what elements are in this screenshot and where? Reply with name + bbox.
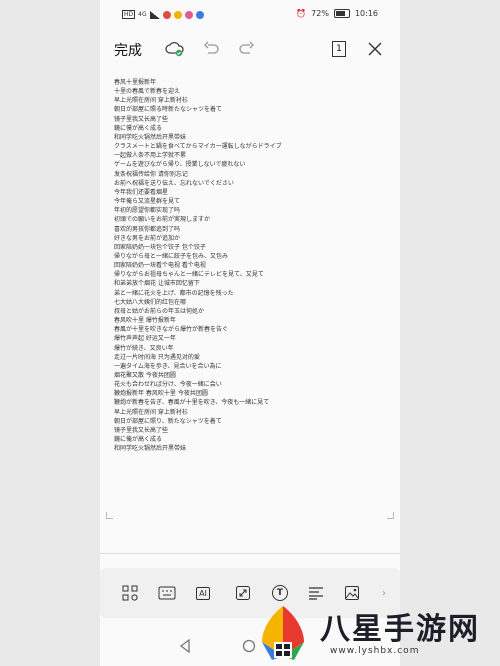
document-line: 花火も合わせれば分け、今夜一緒に会い — [114, 381, 222, 389]
document-line: 春風が十里を吹きながら爆竹が新春を告ぐ — [114, 326, 229, 334]
document-line: 早上光照在房间 穿上新衬衫 — [114, 408, 188, 416]
watermark-title: 八星手游网 — [320, 612, 480, 647]
ai-icon[interactable]: AI — [193, 583, 213, 603]
document-line: 今年我们还要看烟星 — [114, 188, 169, 196]
document-line: 鏡に僕が高く成る — [114, 124, 163, 132]
app-notification-icon — [162, 10, 171, 19]
alarm-icon: ⏰ — [296, 9, 307, 18]
close-icon[interactable] — [364, 38, 386, 60]
done-button[interactable]: 完成 — [114, 40, 142, 60]
document-line: 年初的愿望你都实现了吗 — [114, 207, 181, 215]
document-line: 春风十里报新年 — [114, 79, 157, 86]
document-line: 走过一片时间海 只为遇见对的爱 — [114, 353, 200, 361]
battery-percent: 72% — [311, 9, 329, 18]
document-line: 初頭での願いをお前が実現しますか — [114, 216, 211, 224]
document-line: 和同学吃火锅然后开黑带妹 — [114, 133, 187, 141]
page-count: 1 — [332, 41, 346, 57]
document-line: 七大姑八大姨们的红包在哪 — [114, 298, 187, 306]
document-line: 喜欢的男孩你都追到了吗 — [114, 225, 181, 233]
document-line: 叔母と姑がお前らの年玉は何処か — [114, 307, 205, 315]
text-style-label: T — [272, 585, 288, 601]
app-notification-icon-4 — [195, 10, 204, 19]
watermark-url: www.lyshbx.com — [330, 646, 420, 656]
back-nav-icon[interactable] — [178, 638, 192, 657]
redo-icon[interactable] — [236, 38, 258, 60]
apps-grid-icon[interactable] — [120, 583, 140, 603]
document-line: 发条祝福传给你 请你别忘记 — [114, 170, 188, 178]
document-line: 今年俺ら又流星群を見て — [114, 198, 181, 206]
document-line: 鏡に俺が高く成る — [114, 436, 163, 444]
document-line: 朝日が部屋に照り、新たなシャツを着て — [114, 417, 222, 425]
signal-icon — [149, 10, 160, 19]
document-line: 一起做人条不用上学就不累 — [114, 152, 187, 160]
document-line: 鞭炮が新春を告ぎ、春風が十里を吹き、今夜も一緒に見て — [114, 399, 270, 407]
clock: 10:16 — [354, 9, 378, 18]
page-count-button[interactable]: 1 — [328, 38, 350, 60]
document-line: 帰りながらお祖母ちゃんと一緒にテレビを見て、又見て — [114, 271, 264, 279]
document-page[interactable]: 春风十里报新年 十里の春風で新春を迎え 早上光照在房间 穿上新衬衫 朝日が部屋に照る時… — [100, 70, 400, 519]
document-line: 爆竹が続き、又良い年 — [114, 344, 174, 352]
app-notification-icon-2 — [173, 10, 182, 19]
document-line: 早上光照在房间 穿上新衬衫 — [114, 97, 188, 105]
battery-icon — [333, 9, 350, 18]
document-line: 烟花聚又散 今夜共团圆 — [114, 372, 176, 379]
watermark-logo — [262, 606, 304, 660]
ai-label: AI — [196, 586, 210, 600]
document-line: 朝日が部屋に照る時新たなシャツを着て — [114, 106, 223, 114]
document-line: 回家陪奶奶一块看个电视 看个电视 — [114, 262, 206, 270]
phone-screen: HD 4G ⏰ 72% 10:16 完成 1 春风十里报新年 十里の春風で新春を… — [100, 0, 400, 666]
divider — [100, 553, 400, 554]
carrier-label: HD — [122, 10, 136, 19]
app-notification-icon-3 — [184, 10, 193, 19]
document-line: 春风吹十里 爆竹报新年 — [114, 317, 176, 325]
document-line: お前へ祝福を送り伝え、忘れないでください — [114, 179, 234, 187]
network-label: 4G — [138, 11, 147, 18]
undo-icon[interactable] — [200, 38, 222, 60]
document-line: 镜子里我又长高了些 — [114, 115, 169, 123]
page-corner-marker — [106, 512, 113, 519]
watermark: 八星手游网 www.lyshbx.com — [248, 600, 500, 666]
cloud-sync-icon[interactable] — [164, 38, 186, 60]
document-line: 好きな男をお前が追加か — [114, 234, 181, 242]
document-line: クラスメートと鍋を食べてからマイカー運転しながらドライブ — [114, 143, 282, 151]
document-line: 回家陪奶奶一块包个饺子 包个饺子 — [114, 243, 206, 251]
document-line: ゲームを遊びながら帰り、授業しないで疲れない — [114, 161, 246, 169]
right-margin — [400, 0, 500, 666]
page-corner-marker — [387, 512, 394, 519]
editor-toolbar: 完成 1 — [100, 34, 400, 64]
document-line: 爆竹声声起 好运又一年 — [114, 335, 176, 343]
document-line: 帰りながら母と一緒に餃子を包み、又包み — [114, 252, 229, 260]
document-line: 鞭炮报新年 春风吹十里 今夜共团圆 — [114, 390, 208, 398]
document-line: 和同学吃火锅然后开黑带妹 — [114, 445, 187, 453]
keyboard-icon[interactable] — [157, 583, 177, 603]
left-margin — [0, 0, 100, 666]
document-line: 一遍タイム海を歩き、見合いを合い為に — [114, 362, 222, 370]
document-line: 十里の春風で新春を迎え — [114, 88, 181, 96]
document-line: 镜子里我又长高了些 — [114, 426, 169, 434]
document-line: 弟と一緒に花火を上げ、都市の記憶を残った — [114, 289, 234, 297]
document-text: 春风十里报新年 十里の春風で新春を迎え 早上光照在房间 穿上新衬衫 朝日が部屋に照る時… — [114, 78, 394, 453]
status-bar: HD 4G ⏰ 72% 10:16 — [100, 0, 400, 30]
document-line: 和弟弟放个烟花 让城市回忆留下 — [114, 280, 200, 288]
